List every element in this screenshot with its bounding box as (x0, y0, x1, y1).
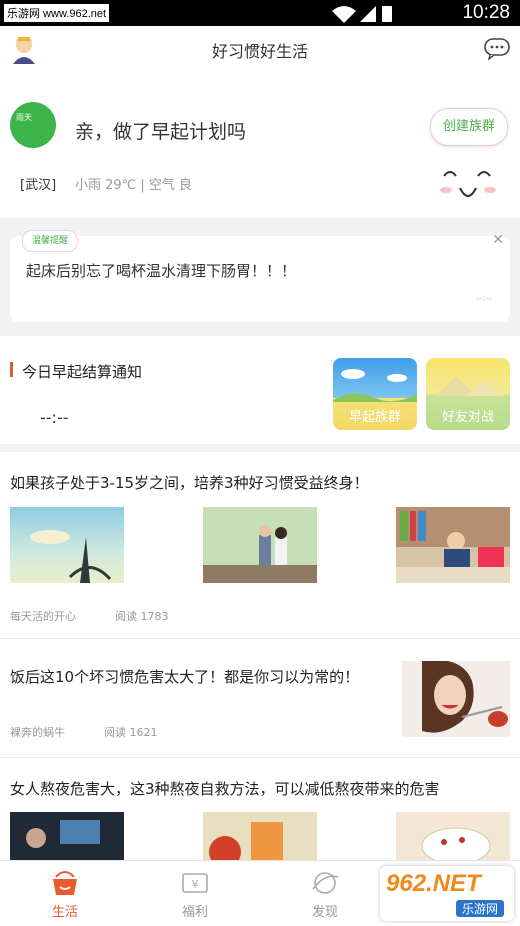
friend-battle-label: 好友对战 (441, 410, 494, 425)
early-group-label: 早起族群 (348, 410, 401, 425)
article-author: 每天活的开心 (10, 610, 76, 623)
article-image-night-desk (10, 812, 124, 860)
watermark-logo: 962.NET 乐游网 (380, 866, 514, 921)
article-title[interactable]: 如果孩子处于3-15岁之间，培养3种好习惯受益终身！ (10, 472, 369, 493)
battery-icon (382, 6, 392, 22)
discover-icon (312, 872, 339, 894)
status-icons (332, 6, 392, 23)
svg-text:¥: ¥ (192, 878, 199, 891)
early-group-card[interactable]: 早起族群 (333, 358, 417, 430)
watermark-brand: 962.NET (386, 870, 481, 897)
plan-section: 雨天 亲，做了早起计划吗 创建族群 [武汉] 小雨 29℃ | 空气 良 (0, 72, 520, 218)
notice-title: 今日早起结算通知 (22, 363, 143, 381)
article-image-juice (203, 812, 317, 860)
tab-discover[interactable]: 发现 (260, 861, 390, 926)
article-title[interactable]: 女人熬夜危害大，这3种熬夜自救方法，可以减低熬夜带来的危害 (10, 778, 440, 799)
tab-label: 生活 (51, 905, 78, 920)
weather-logo-text: 雨天 (16, 113, 32, 122)
friend-battle-card[interactable]: 好友对战 (426, 358, 510, 430)
gray-divider (0, 444, 520, 452)
watermark: 乐游网 www.962.net (4, 4, 110, 22)
article-reads: 阅读 1621 (104, 726, 158, 739)
tip-text: 起床后别忘了喝杯温水清理下肠胃！！！ (26, 262, 297, 280)
greeting-text: 亲，做了早起计划吗 (75, 121, 247, 143)
create-group-button[interactable]: 创建族群 (430, 108, 508, 146)
tab-life[interactable]: 生活 (0, 861, 130, 926)
article-item[interactable]: 饭后这10个坏习惯危害太大了！都是你习以为常的！ 裸奔的蜗牛 阅读 1621 (0, 639, 520, 757)
article-image-sky (10, 507, 124, 583)
article-item[interactable]: 如果孩子处于3-15岁之间，培养3种好习惯受益终身！ 每天活的开心 阅读 178… (0, 452, 520, 638)
city-label: [武汉] (20, 178, 57, 193)
notice-time: --:-- (40, 408, 69, 427)
article-author: 裸奔的蜗牛 (10, 726, 65, 739)
tip-time: --:-- (475, 294, 492, 304)
tip-badge: 温馨提醒 (22, 230, 78, 252)
article-reads: 阅读 1783 (115, 610, 169, 623)
smiley-face-icon (440, 171, 496, 197)
page-title: 好习惯好生活 (211, 42, 308, 61)
article-image-kids (203, 507, 317, 583)
watermark-site: 乐游网 (455, 900, 504, 917)
article-image-woman-eating (402, 661, 510, 737)
article-item[interactable]: 女人熬夜危害大，这3种熬夜自救方法，可以减低熬夜带来的危害 (0, 758, 520, 860)
wifi-icon (332, 6, 356, 23)
tab-welfare[interactable]: ¥ 福利 (130, 861, 260, 926)
notice-section: 今日早起结算通知 --:-- 早起族群 好友对战 (0, 336, 520, 444)
article-image-soup (396, 812, 510, 860)
weather-text: 小雨 29℃ | 空气 良 (75, 178, 193, 193)
tab-label: 发现 (311, 905, 338, 920)
message-icon[interactable] (484, 38, 510, 60)
close-icon[interactable]: ✕ (492, 232, 504, 248)
weather-logo: 雨天 (10, 102, 56, 148)
clock: 10:28 (462, 2, 510, 23)
tab-label: 福利 (181, 905, 208, 920)
article-title[interactable]: 饭后这10个坏习惯危害太大了！都是你习以为常的！ (10, 666, 359, 687)
section-marker (10, 362, 13, 377)
signal-icon (360, 6, 376, 22)
article-image-study (396, 507, 510, 583)
welfare-icon: ¥ (182, 873, 208, 893)
life-icon (53, 871, 77, 895)
app-header: 好习惯好生活 (0, 26, 520, 72)
tip-card: 温馨提醒 ✕ 起床后别忘了喝杯温水清理下肠胃！！！ --:-- (10, 230, 510, 322)
status-bar: 乐游网 www.962.net 10:28 (0, 0, 520, 26)
